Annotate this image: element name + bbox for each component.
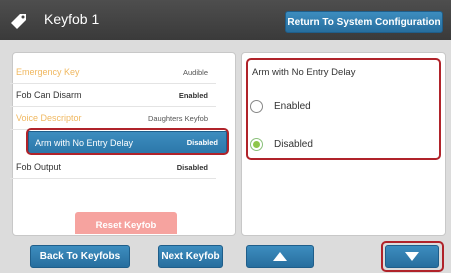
title-bar: Keyfob 1 Return To System Configuration xyxy=(0,0,451,40)
back-to-keyfobs-button[interactable]: Back To Keyfobs xyxy=(30,245,130,268)
option-label: Enabled xyxy=(274,100,311,112)
option-label: Disabled xyxy=(274,138,313,150)
setting-label: Emergency Key xyxy=(16,67,80,77)
setting-label: Fob Output xyxy=(16,162,62,172)
reset-keyfob-button[interactable]: Reset Keyfob xyxy=(75,212,177,234)
setting-row-emergency-key[interactable]: Emergency Key Audible xyxy=(10,61,216,84)
tag-icon xyxy=(11,14,26,29)
option-enabled[interactable]: Enabled xyxy=(250,97,311,115)
setting-value: Disabled xyxy=(176,162,208,172)
setting-label: Voice Descriptor xyxy=(16,113,82,123)
radio-disabled[interactable] xyxy=(250,137,263,151)
setting-row-fob-output[interactable]: Fob Output Disabled xyxy=(10,156,216,179)
setting-label: Fob Can Disarm xyxy=(16,90,82,100)
scroll-up-button[interactable] xyxy=(246,245,314,268)
scroll-down-button[interactable] xyxy=(385,245,439,268)
page-title: Keyfob 1 xyxy=(44,11,100,27)
arrow-up-icon xyxy=(273,252,287,261)
setting-value: Enabled xyxy=(178,90,208,100)
return-to-system-configuration-button[interactable]: Return To System Configuration xyxy=(285,11,443,33)
radio-enabled[interactable] xyxy=(250,99,263,113)
next-keyfob-button[interactable]: Next Keyfob xyxy=(158,245,223,268)
selected-row-highlight xyxy=(26,128,229,155)
setting-value: Audible xyxy=(182,67,208,77)
arrow-down-icon xyxy=(405,252,419,261)
setting-row-fob-can-disarm[interactable]: Fob Can Disarm Enabled xyxy=(10,84,216,107)
option-disabled[interactable]: Disabled xyxy=(250,135,313,153)
setting-row-voice-descriptor[interactable]: Voice Descriptor Daughters Keyfob xyxy=(10,107,216,130)
setting-value: Daughters Keyfob xyxy=(147,113,208,123)
detail-title: Arm with No Entry Delay xyxy=(252,67,356,78)
